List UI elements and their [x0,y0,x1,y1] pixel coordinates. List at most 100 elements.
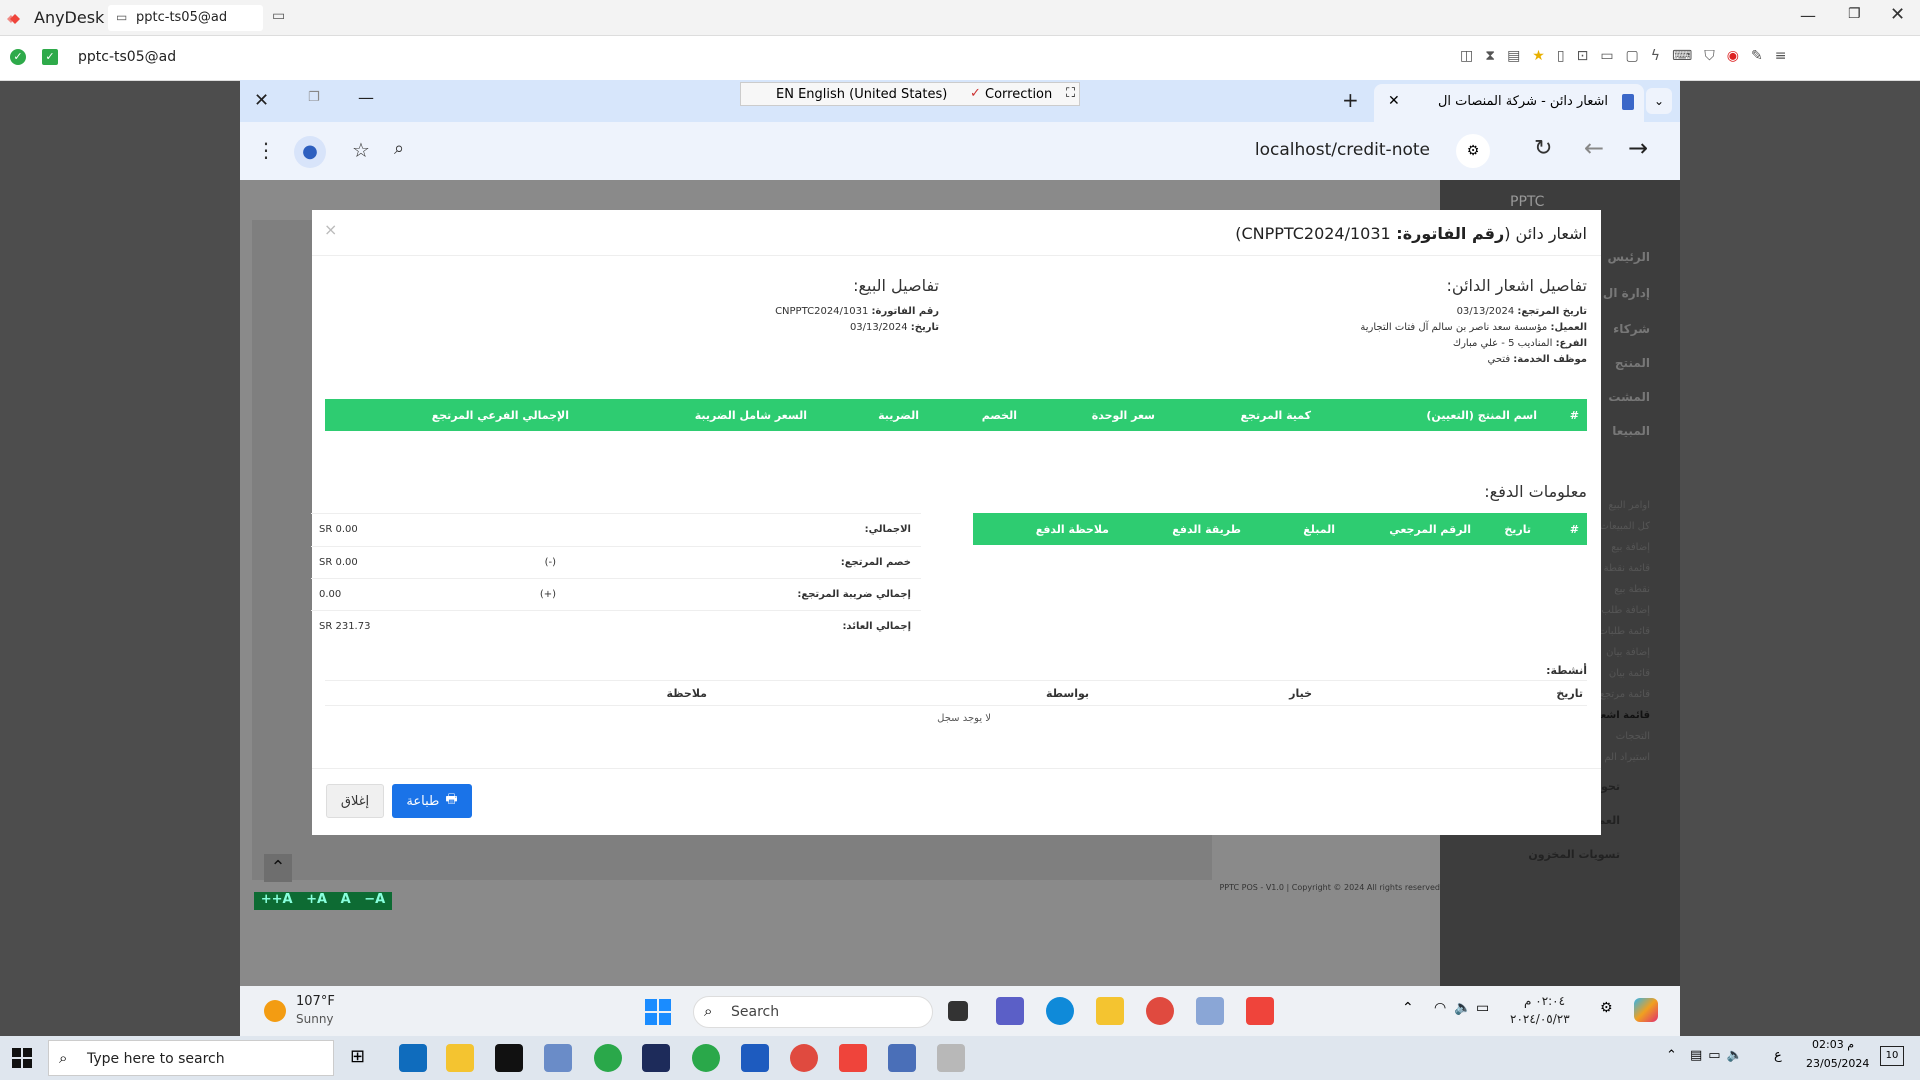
submenu-item[interactable]: كل المبيعات [1600,521,1650,532]
forward-icon[interactable]: → [1628,134,1648,162]
anydesk-session-tab[interactable]: ▭ pptc-ts05@ad [108,5,263,31]
star-icon[interactable]: ★ [1532,48,1545,68]
submenu-item[interactable]: إضافة بيان [1606,647,1650,658]
minimize-button[interactable]: — [1800,6,1816,25]
app-icon[interactable] [937,1044,965,1072]
browser-tab[interactable]: ✕ اشعار دائن - شركة المنصات ال [1374,84,1644,122]
scroll-top-button[interactable]: ⌃ [264,854,292,882]
pen-icon[interactable]: ✎ [1751,48,1763,68]
anydesk-taskbar-icon[interactable] [839,1044,867,1072]
sidebar-item[interactable]: المبيعا [1612,424,1650,438]
weather-temp[interactable]: 107°F [296,994,335,1009]
network-app-icon[interactable] [544,1044,572,1072]
volume-icon[interactable]: 🔈 [1454,1000,1471,1016]
wifi-icon[interactable]: ◠ [1434,1000,1446,1016]
browser-menu-icon[interactable]: ⋮ [256,138,276,162]
font-xxl-button[interactable]: ++A [261,892,293,910]
weather-icon[interactable] [264,1000,286,1022]
browser-restore-button[interactable]: ❐ [308,90,320,105]
windows-start-icon[interactable] [645,999,671,1025]
remote-clock-time[interactable]: ٠٢:٠٤ م [1524,994,1565,1008]
submenu-item[interactable]: التحجات [1616,731,1650,742]
font-xl-button[interactable]: +A [306,892,327,910]
keyboard-icon[interactable]: ⌨ [1672,48,1692,68]
submenu-item[interactable]: نقطة بيع [1614,584,1650,595]
language-indicator[interactable]: EN English (United States) [776,87,947,102]
font-small-button[interactable]: −A [364,892,385,910]
submenu-item[interactable]: قائمة طلبات [1598,626,1650,637]
display-icon[interactable]: ▭ [1600,48,1613,68]
record-icon[interactable]: ◉ [1727,48,1739,68]
chrome-icon[interactable] [692,1044,720,1072]
tab-search-button[interactable]: ⌄ [1646,88,1672,114]
submenu-item[interactable]: قائمة اشعا [1597,710,1650,721]
file-explorer-icon[interactable] [1096,997,1124,1025]
task-view-icon[interactable] [948,1001,968,1021]
restore-button[interactable]: ❐ [1848,6,1861,22]
submenu-item[interactable]: قائمة نقطة [1604,563,1650,574]
close-button[interactable]: إغلاق [326,784,384,818]
tray-chevron-icon[interactable]: ⌃ [1666,1048,1677,1063]
url-field[interactable]: localhost/credit-note ⚙ [620,130,1500,172]
zoom-icon[interactable]: ⌕ [394,138,404,159]
expand-icon[interactable]: ⛶ [1066,86,1075,101]
bookmark-star-icon[interactable]: ☆ [352,138,370,162]
submenu-item[interactable]: اوامر البيع [1608,500,1650,511]
browser-minimize-button[interactable]: — [358,88,374,107]
app-icon[interactable] [1196,997,1224,1025]
action-icon[interactable]: ⊡ [1577,48,1589,68]
teams-icon[interactable] [996,997,1024,1025]
submenu-item[interactable]: قائمة مرتجع [1600,689,1650,700]
toolbar-icons[interactable]: ◫ ⧗ ▤ ★ ▯ ⊡ ▭ ▢ ϟ ⌨ ⛉ ◉ ✎ ≡ [1460,48,1910,68]
profile-avatar-icon[interactable]: ● [294,136,326,168]
new-tab-button[interactable]: + [1342,88,1359,112]
submenu-item[interactable]: استيراد الم [1604,752,1650,763]
taskbar-search[interactable]: ⌕ Search [693,996,933,1028]
message-icon[interactable]: ▢ [1626,48,1639,68]
font-size-controls[interactable]: ++A +A A −A [254,892,392,910]
back-icon[interactable]: ← [1584,134,1604,162]
modal-close-icon[interactable]: × [324,220,337,239]
word-icon[interactable] [741,1044,769,1072]
sidebar-item[interactable]: إدارة ال [1603,286,1650,300]
acrobat-icon[interactable] [495,1044,523,1072]
shield-icon[interactable]: ⛉ [1704,48,1715,68]
tab-close-icon[interactable]: ✕ [1388,93,1400,109]
clipboard-icon[interactable]: ▤ [1507,48,1520,68]
print-button[interactable]: 🖶 طباعة [392,784,472,818]
app-icon[interactable] [642,1044,670,1072]
sidebar-item[interactable]: تسويات المخزون [1528,848,1620,861]
lightning-icon[interactable]: ϟ [1651,48,1660,68]
local-clock-date[interactable]: 23/05/2024 [1806,1057,1869,1070]
tray-icons[interactable]: ▤▭🔈 [1690,1048,1749,1063]
local-search-box[interactable]: ⌕ Type here to search [48,1040,334,1076]
chat-icon[interactable]: ◫ [1460,48,1473,68]
copilot-icon[interactable] [1634,998,1658,1022]
close-window-button[interactable]: ✕ [1890,4,1905,25]
chrome-icon[interactable] [790,1044,818,1072]
tray-chevron-icon[interactable]: ⌃ [1402,1000,1414,1016]
outlook-icon[interactable] [399,1044,427,1072]
correction-button[interactable]: Correction [985,87,1052,102]
remote-clock-date[interactable]: ٢٠٢٤/٠٥/٢٣ [1510,1012,1570,1026]
font-normal-button[interactable]: A [341,892,351,910]
new-session-icon[interactable]: ▭ [272,8,285,24]
battery-icon[interactable]: ▭ [1476,1000,1489,1016]
site-settings-icon[interactable]: ⚙ [1456,134,1490,168]
sidebar-item[interactable]: المنتج [1615,356,1650,370]
chrome-icon[interactable] [1146,997,1174,1025]
sidebar-item[interactable]: المشت [1608,390,1650,404]
file-icon[interactable]: ▯ [1557,48,1565,68]
submenu-item[interactable]: إضافة طلب [1601,605,1650,616]
settings-icon[interactable]: ⚙ [1600,1000,1613,1016]
sidebar-item[interactable]: الرئيس [1608,250,1650,264]
folder-icon[interactable] [446,1044,474,1072]
sidebar-item[interactable]: شركاء [1613,322,1650,336]
submenu-item[interactable]: قائمة بيان [1609,668,1650,679]
notification-icon[interactable]: 10 [1880,1046,1904,1066]
whatsapp-icon[interactable] [594,1044,622,1072]
menu-icon[interactable]: ≡ [1775,48,1787,68]
submenu-item[interactable]: إضافة بيع [1611,542,1650,553]
windows-start-icon[interactable] [12,1048,32,1068]
anydesk-taskbar-icon[interactable] [1246,997,1274,1025]
